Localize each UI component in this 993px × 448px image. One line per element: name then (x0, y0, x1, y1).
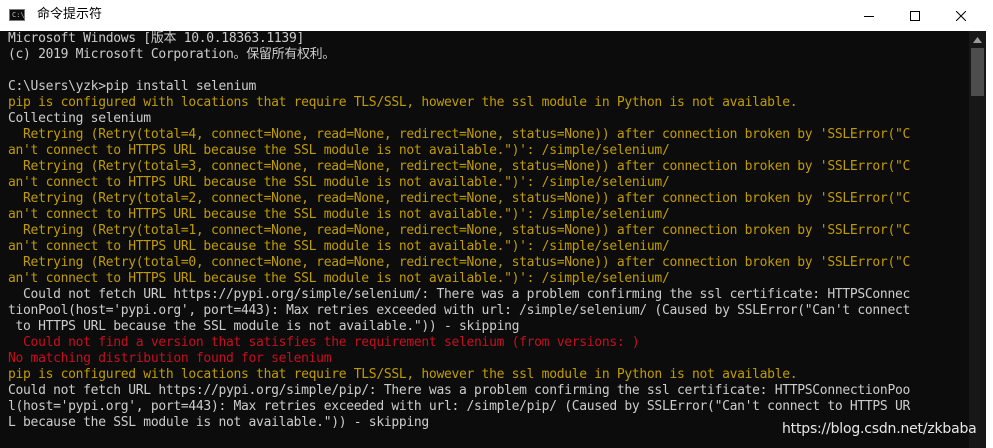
console-text: Microsoft Windows [版本 10.0.18363.1139] (c… (8, 31, 910, 431)
cmd-console-icon[interactable]: C:\ (9, 9, 25, 21)
cmd-console-icon-glyph: C:\ (12, 11, 25, 19)
background-strip (986, 31, 993, 448)
console-line: L because the SSL module is not availabl… (8, 415, 429, 430)
watermark: https://blog.csdn.net/zkbaba (782, 421, 977, 437)
console-line: Retrying (Retry(total=4, connect=None, r… (8, 127, 910, 142)
title-bar[interactable]: C:\ 命令提示符 (0, 0, 993, 31)
console-line: Could not fetch URL https://pypi.org/sim… (8, 287, 910, 302)
console-line: an't connect to HTTPS URL because the SS… (8, 143, 670, 158)
console-line: Could not find a version that satisfies … (8, 335, 640, 350)
console-line: Retrying (Retry(total=0, connect=None, r… (8, 255, 910, 270)
close-icon (956, 10, 966, 21)
console-line: (c) 2019 Microsoft Corporation。保留所有权利。 (8, 47, 336, 62)
console-line: l(host='pypi.org', port=443): Max retrie… (8, 399, 910, 414)
console-line: an't connect to HTTPS URL because the SS… (8, 271, 670, 286)
console-line: pip is configured with locations that re… (8, 367, 798, 382)
scrollbar-thumb[interactable] (971, 48, 984, 96)
window-title: 命令提示符 (37, 7, 103, 22)
minimize-button[interactable] (846, 0, 892, 31)
maximize-button[interactable] (892, 0, 938, 31)
close-button[interactable] (938, 0, 984, 31)
console-line: C:\Users\yzk>pip install selenium (8, 79, 257, 94)
console-line: Collecting selenium (8, 111, 151, 126)
console-line: an't connect to HTTPS URL because the SS… (8, 207, 670, 222)
scroll-up-arrow-icon (973, 36, 982, 43)
console-line: No matching distribution found for selen… (8, 351, 332, 366)
console-line: Microsoft Windows [版本 10.0.18363.1139] (8, 31, 304, 46)
console-line: Retrying (Retry(total=3, connect=None, r… (8, 159, 910, 174)
console-line: pip is configured with locations that re… (8, 95, 798, 110)
minimize-icon (864, 15, 874, 17)
console-line: Could not fetch URL https://pypi.org/sim… (8, 383, 910, 398)
command-prompt-window: C:\ 命令提示符 Microsoft Windows [版本 10.0.183… (0, 0, 993, 448)
console-line: Retrying (Retry(total=1, connect=None, r… (8, 223, 910, 238)
console-output[interactable]: Microsoft Windows [版本 10.0.18363.1139] (c… (0, 31, 969, 448)
console-line: Retrying (Retry(total=2, connect=None, r… (8, 191, 910, 206)
console-line: to HTTPS URL because the SSL module is n… (8, 319, 520, 334)
maximize-icon (910, 10, 920, 21)
scroll-up-button[interactable] (969, 31, 986, 48)
console-line: tionPool(host='pypi.org', port=443): Max… (8, 303, 910, 318)
vertical-scrollbar[interactable] (969, 31, 986, 448)
console-line: an't connect to HTTPS URL because the SS… (8, 175, 670, 190)
console-line: an't connect to HTTPS URL because the SS… (8, 239, 670, 254)
